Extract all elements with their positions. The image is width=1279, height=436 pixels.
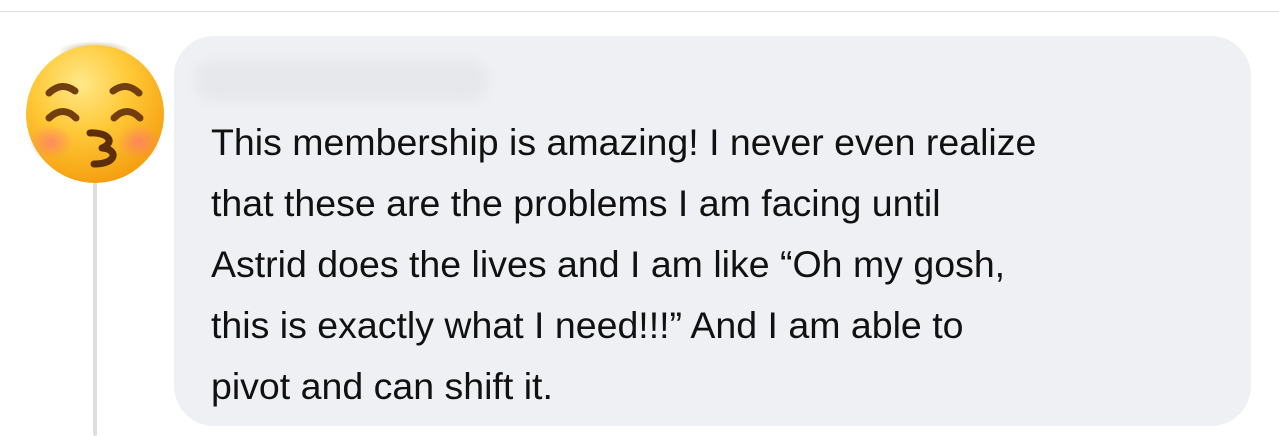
comment-line: pivot and can shift it. — [211, 365, 553, 407]
kissing-face-with-closed-eyes-emoji-icon — [26, 41, 164, 183]
comment-text: This membership is amazing! I never even… — [211, 112, 1241, 417]
comment-thread: This membership is amazing! I never even… — [0, 0, 1279, 436]
comment-line: Astrid does the lives and I am like “Oh … — [211, 243, 1006, 285]
redacted-author-name — [194, 60, 489, 102]
thread-line — [93, 150, 97, 436]
avatar[interactable] — [22, 38, 168, 184]
comment-line: that these are the problems I am facing … — [211, 182, 941, 224]
top-divider — [0, 11, 1279, 12]
comment-line: This membership is amazing! I never even… — [211, 121, 1037, 163]
comment-line: this is exactly what I need!!!” And I am… — [211, 304, 964, 346]
